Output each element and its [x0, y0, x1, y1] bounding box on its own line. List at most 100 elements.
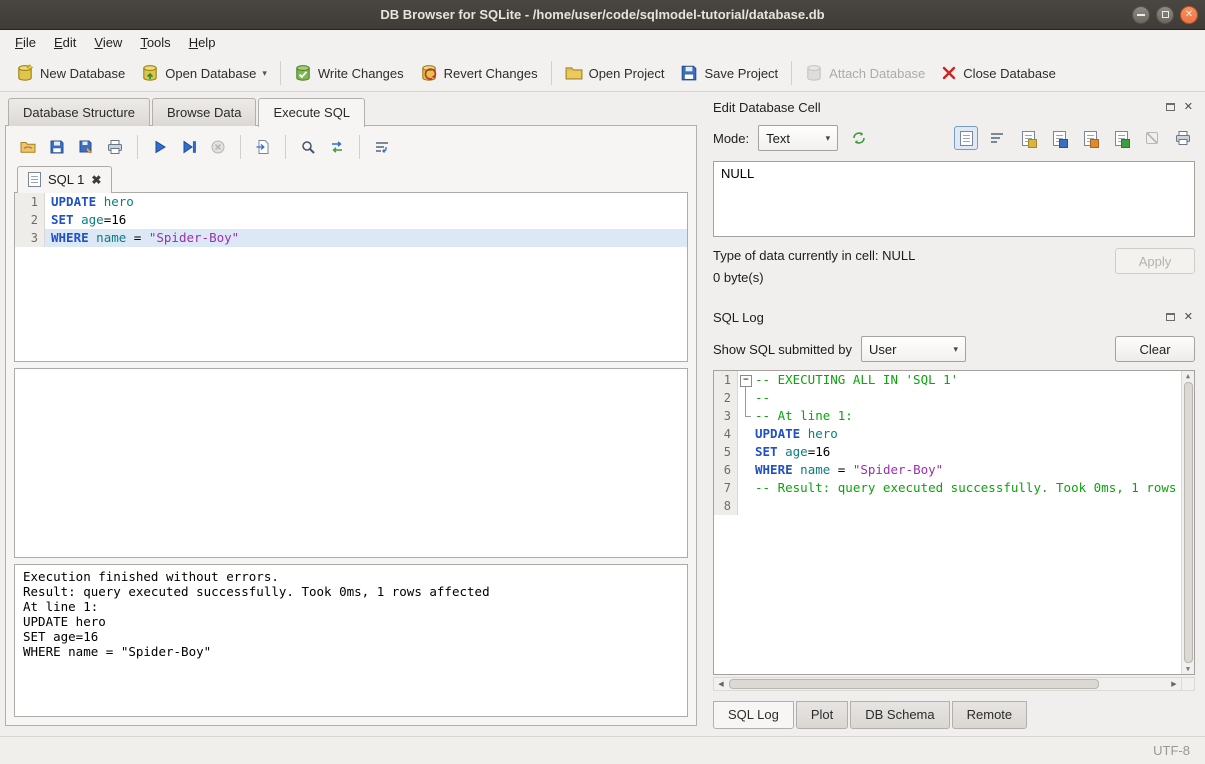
- chevron-down-icon[interactable]: ▾: [262, 68, 267, 79]
- execute-current-line-button[interactable]: [177, 135, 201, 159]
- encoding-indicator[interactable]: UTF-8: [1153, 743, 1190, 758]
- titlebar[interactable]: DB Browser for SQLite - /home/user/code/…: [0, 0, 1205, 30]
- save-sql-as-button[interactable]: [74, 135, 98, 159]
- log-filter-row: Show SQL submitted by User ▾ Clear: [713, 335, 1195, 363]
- tab-execute-sql[interactable]: Execute SQL: [258, 98, 365, 127]
- open-database-label: Open Database: [165, 66, 256, 81]
- log-filter-select[interactable]: User ▾: [861, 336, 966, 362]
- import-cell-button[interactable]: [1078, 126, 1102, 150]
- save-project-label: Save Project: [704, 66, 778, 81]
- revert-changes-button[interactable]: Revert Changes: [412, 59, 546, 87]
- apply-button[interactable]: Apply: [1115, 248, 1195, 274]
- new-database-button[interactable]: New Database: [8, 59, 133, 87]
- open-database-button[interactable]: Open Database ▾: [133, 59, 275, 87]
- tab-database-structure[interactable]: Database Structure: [8, 98, 150, 126]
- message-line: SET age=16: [23, 629, 679, 644]
- code-line: 1UPDATE hero: [15, 193, 687, 211]
- sql-tab[interactable]: SQL 1 ✖: [17, 166, 112, 193]
- bottom-tab-bar: SQL Log Plot DB Schema Remote: [713, 701, 1195, 729]
- fold-gutter: [738, 443, 753, 461]
- cell-toolbar: [954, 126, 1195, 150]
- set-null-button[interactable]: [1140, 126, 1164, 150]
- document-icon: [960, 131, 973, 146]
- execution-messages[interactable]: Execution finished without errors.Result…: [14, 564, 688, 717]
- printer-icon: [1175, 130, 1191, 146]
- print-cell-button[interactable]: [1171, 126, 1195, 150]
- close-database-button[interactable]: Close Database: [933, 60, 1064, 86]
- mode-select[interactable]: Text ▾: [758, 125, 838, 151]
- cell-value-editor[interactable]: NULL: [713, 161, 1195, 237]
- toolbar-separator: [240, 135, 241, 159]
- open-sql-file-button[interactable]: [16, 135, 40, 159]
- close-tab-icon[interactable]: ✖: [91, 174, 101, 186]
- results-grid[interactable]: [14, 368, 688, 558]
- close-dock-icon[interactable]: ✕: [1184, 102, 1193, 113]
- edit-cell-dock-header: Edit Database Cell ✕: [713, 96, 1195, 118]
- export-results-button[interactable]: [251, 135, 275, 159]
- message-line: Execution finished without errors.: [23, 569, 679, 584]
- minimize-icon: [1137, 14, 1145, 16]
- close-dock-icon[interactable]: ✕: [1184, 312, 1193, 323]
- tab-sql-log[interactable]: SQL Log: [713, 701, 794, 729]
- app-window: DB Browser for SQLite - /home/user/code/…: [0, 0, 1205, 764]
- play-to-line-icon: [181, 139, 197, 155]
- menu-file[interactable]: File: [6, 31, 45, 54]
- print-sql-button[interactable]: [103, 135, 127, 159]
- export-cell-button[interactable]: [1109, 126, 1133, 150]
- text-view-button[interactable]: [954, 126, 978, 150]
- attach-database-button[interactable]: Attach Database: [797, 59, 933, 87]
- save-sql-file-button[interactable]: [45, 135, 69, 159]
- replace-button[interactable]: [325, 135, 349, 159]
- clear-log-button[interactable]: Clear: [1115, 336, 1195, 362]
- execute-all-button[interactable]: [148, 135, 172, 159]
- scrollbar-thumb[interactable]: [729, 679, 1099, 689]
- float-dock-icon[interactable]: [1166, 103, 1175, 111]
- maximize-button[interactable]: [1156, 6, 1174, 24]
- scroll-left-icon[interactable]: ◀: [714, 680, 728, 688]
- save-cell-button[interactable]: [1047, 126, 1071, 150]
- toolbar-separator: [285, 135, 286, 159]
- menu-edit[interactable]: Edit: [45, 31, 85, 54]
- cell-type-text: Type of data currently in cell: NULL: [713, 248, 1115, 263]
- scroll-down-icon[interactable]: ▼: [1186, 665, 1190, 673]
- stop-execution-button[interactable]: [206, 135, 230, 159]
- minimize-button[interactable]: [1132, 6, 1150, 24]
- tab-plot[interactable]: Plot: [796, 701, 848, 729]
- execute-sql-pane: SQL 1 ✖ 1UPDATE hero2SET age=163WHERE na…: [5, 125, 697, 726]
- status-bar: UTF-8: [0, 736, 1205, 764]
- scroll-up-icon[interactable]: ▲: [1186, 372, 1190, 380]
- word-wrap-button[interactable]: [370, 135, 394, 159]
- menu-help[interactable]: Help: [180, 31, 225, 54]
- open-project-button[interactable]: Open Project: [557, 59, 673, 87]
- tab-db-schema[interactable]: DB Schema: [850, 701, 949, 729]
- cell-word-wrap-button[interactable]: [985, 126, 1009, 150]
- menu-tools[interactable]: Tools: [131, 31, 179, 54]
- tab-browse-data[interactable]: Browse Data: [152, 98, 256, 126]
- stop-icon: [210, 139, 226, 155]
- code-line: 8: [714, 497, 1181, 515]
- write-changes-button[interactable]: Write Changes: [286, 59, 412, 87]
- horizontal-scrollbar[interactable]: ◀ ▶: [713, 677, 1195, 691]
- tab-remote[interactable]: Remote: [952, 701, 1028, 729]
- fold-gutter: [738, 389, 753, 407]
- find-button[interactable]: [296, 135, 320, 159]
- open-into-cell-button[interactable]: [1016, 126, 1040, 150]
- close-database-label: Close Database: [963, 66, 1056, 81]
- word-wrap-icon: [374, 139, 390, 155]
- menu-view[interactable]: View: [85, 31, 131, 54]
- close-window-button[interactable]: ✕: [1180, 6, 1198, 24]
- window-controls: ✕: [1132, 0, 1198, 29]
- code-line: 1-- EXECUTING ALL IN 'SQL 1': [714, 371, 1181, 389]
- code-line: 5SET age=16: [714, 443, 1181, 461]
- fold-marker-icon[interactable]: [738, 371, 753, 389]
- save-as-icon: [78, 139, 94, 155]
- scroll-right-icon[interactable]: ▶: [1167, 680, 1181, 688]
- float-dock-icon[interactable]: [1166, 313, 1175, 321]
- save-project-button[interactable]: Save Project: [672, 59, 786, 87]
- sql-log-viewer[interactable]: 1-- EXECUTING ALL IN 'SQL 1'2--3-- At li…: [713, 370, 1195, 675]
- sql-editor[interactable]: 1UPDATE hero2SET age=163WHERE name = "Sp…: [14, 192, 688, 362]
- autoformat-button[interactable]: [847, 126, 871, 150]
- scrollbar-thumb[interactable]: [1184, 382, 1193, 663]
- vertical-scrollbar[interactable]: ▲ ▼: [1181, 371, 1194, 674]
- toolbar-separator: [551, 61, 552, 85]
